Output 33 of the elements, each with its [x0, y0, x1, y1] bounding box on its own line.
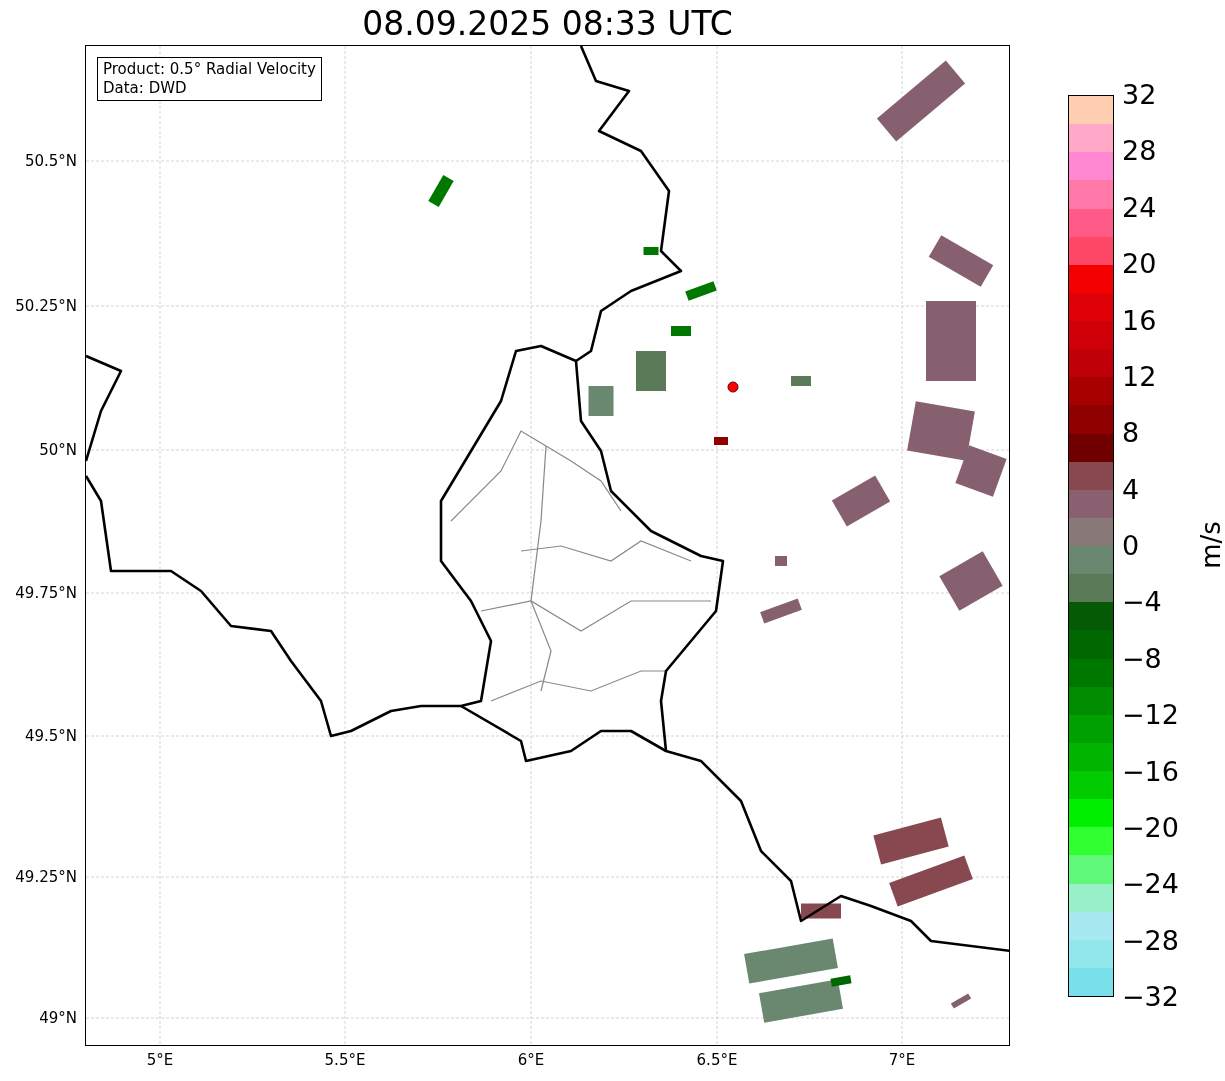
latitude-tick-label: 49.75°N [15, 584, 77, 602]
colorbar-tick-label: −20 [1122, 812, 1179, 843]
colorbar-tick-label: 20 [1122, 249, 1157, 280]
latitude-tick-label: 49.5°N [24, 727, 77, 745]
colorbar-tick-label: 28 [1122, 136, 1157, 167]
legend-text: Product: 0.5° Radial Velocity [103, 60, 316, 79]
colorbar-tick-label: −8 [1122, 643, 1162, 674]
colorbar-tick-label: 12 [1122, 361, 1157, 392]
colorbar-tick-label: 0 [1122, 531, 1140, 561]
colorbar-tick-label: −24 [1122, 869, 1179, 900]
colorbar-tick-label: 4 [1122, 474, 1140, 505]
longitude-tick-label: 6.5°E [696, 1051, 738, 1069]
latitude-tick-label: 50°N [39, 441, 77, 459]
colorbar-tick-label: 16 [1122, 305, 1157, 336]
latitude-tick-label: 50.5°N [24, 152, 77, 170]
latitude-tick-label: 50.25°N [15, 297, 77, 315]
colorbar-tick-label: −32 [1122, 982, 1179, 1012]
longitude-tick-label: 7°E [888, 1051, 916, 1069]
colorbar-tick-label: 32 [1122, 80, 1157, 110]
colorbar-tick-label: −16 [1122, 756, 1179, 787]
longitude-tick-label: 5°E [146, 1051, 174, 1069]
colorbar-tick-label: 8 [1122, 418, 1140, 449]
legend-text: Data: DWD [103, 79, 188, 98]
longitude-tick-label: 6°E [517, 1051, 545, 1069]
colorbar-tick-label: −12 [1122, 700, 1179, 731]
latitude-tick-label: 49°N [39, 1009, 77, 1027]
colorbar-tick-label: −28 [1122, 925, 1179, 956]
chart-title: 08.09.2025 08:33 UTC [361, 4, 734, 44]
longitude-tick-label: 5.5°E [324, 1051, 366, 1069]
colorbar-tick-label: 24 [1122, 192, 1157, 223]
latitude-tick-label: 49.25°N [15, 868, 77, 886]
colorbar-unit-label: m/s [1195, 521, 1225, 569]
colorbar-tick-label: −4 [1122, 587, 1162, 618]
